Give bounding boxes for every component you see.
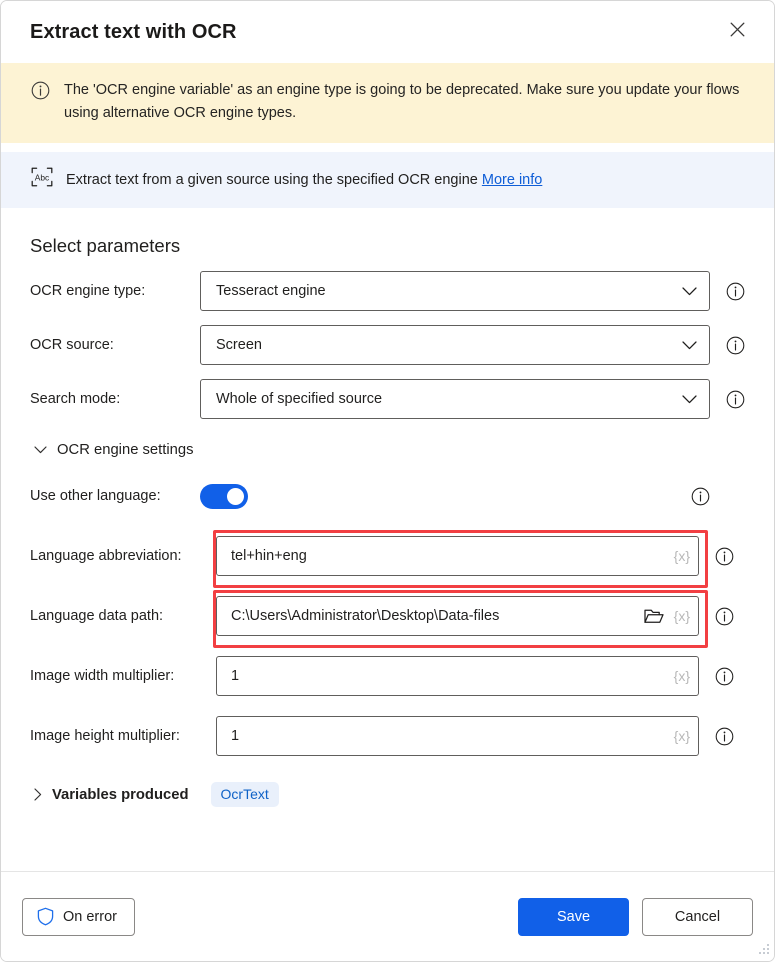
info-icon-ocr-engine-type[interactable] — [726, 282, 745, 301]
resize-grip-icon[interactable] — [756, 943, 770, 957]
extract-text-abc-icon: Abc — [31, 167, 53, 192]
info-icon-search-mode[interactable] — [726, 390, 745, 409]
select-ocr-engine-type-value: Tesseract engine — [216, 283, 326, 299]
label-language-abbreviation: Language abbreviation: — [30, 548, 182, 564]
input-language-abbreviation-value: tel+hin+eng — [231, 548, 307, 564]
info-icon-image-height-multiplier[interactable] — [715, 727, 734, 746]
on-error-label: On error — [63, 908, 117, 925]
dialog-titlebar: Extract text with OCR — [1, 1, 774, 63]
info-icon-image-width-multiplier[interactable] — [715, 667, 734, 686]
select-search-mode-value: Whole of specified source — [216, 391, 383, 407]
folder-open-icon[interactable] — [644, 608, 668, 625]
info-circle-icon — [31, 81, 50, 105]
field-row-ocr-source: OCR source: Screen — [30, 325, 756, 365]
extract-text-ocr-dialog: Extract text with OCR The 'OCR engine va… — [0, 0, 775, 962]
field-row-image-width-multiplier: Image width multiplier: 1 {x} — [30, 656, 756, 696]
cancel-label: Cancel — [674, 908, 721, 925]
control-ocr-source: Screen — [200, 325, 745, 365]
field-row-language-data-path: Language data path: C:\Users\Administrat… — [30, 590, 756, 648]
toggle-knob — [227, 487, 244, 505]
variable-insert-icon[interactable]: {x} — [668, 728, 690, 744]
control-search-mode: Whole of specified source — [200, 379, 745, 419]
control-use-other-language — [200, 483, 710, 509]
chevron-down-icon — [682, 394, 697, 404]
label-search-mode: Search mode: — [30, 391, 121, 407]
ocr-engine-settings-label: OCR engine settings — [57, 442, 194, 458]
info-icon-ocr-source[interactable] — [726, 336, 745, 355]
input-language-data-path-value: C:\Users\Administrator\Desktop\Data-file… — [231, 608, 500, 624]
info-icon-language-abbreviation[interactable] — [715, 547, 734, 566]
variable-chip-ocrtext[interactable]: OcrText — [210, 782, 279, 807]
close-icon — [730, 22, 745, 42]
label-image-height-multiplier: Image height multiplier: — [30, 728, 180, 744]
section-toggle-ocr-engine-settings[interactable]: OCR engine settings — [34, 442, 756, 458]
control-image-height-multiplier: 1 {x} — [216, 716, 734, 756]
info-icon-language-data-path[interactable] — [715, 607, 734, 626]
label-image-width-multiplier: Image width multiplier: — [30, 668, 175, 684]
section-toggle-variables-produced[interactable]: Variables produced OcrText — [34, 782, 756, 807]
action-description: Extract text from a given source using t… — [66, 170, 542, 190]
toggle-use-other-language[interactable] — [200, 483, 248, 509]
dialog-footer: On error Save Cancel — [1, 871, 774, 961]
info-icon-use-other-language[interactable] — [691, 487, 710, 506]
label-ocr-engine-type: OCR engine type: — [30, 283, 146, 299]
field-row-search-mode: Search mode: Whole of specified source — [30, 379, 756, 419]
label-language-data-path: Language data path: — [30, 608, 164, 624]
variable-insert-icon[interactable]: {x} — [668, 548, 690, 564]
cancel-button[interactable]: Cancel — [642, 897, 753, 936]
select-search-mode[interactable]: Whole of specified source — [200, 379, 710, 419]
svg-text:Abc: Abc — [35, 173, 49, 183]
variable-insert-icon[interactable]: {x} — [668, 608, 690, 624]
input-image-width-multiplier-value: 1 — [231, 668, 240, 684]
shield-icon — [37, 907, 54, 926]
action-description-text: Extract text from a given source using t… — [66, 171, 478, 188]
banner-separator — [1, 143, 774, 152]
chevron-right-icon — [34, 788, 42, 801]
input-image-height-multiplier-value: 1 — [231, 728, 240, 744]
save-button[interactable]: Save — [518, 897, 629, 936]
input-language-abbreviation[interactable]: tel+hin+eng {x} — [216, 536, 699, 576]
more-info-link[interactable]: More info — [482, 172, 542, 188]
on-error-button[interactable]: On error — [22, 897, 135, 936]
label-ocr-source: OCR source: — [30, 337, 114, 353]
control-language-data-path: C:\Users\Administrator\Desktop\Data-file… — [213, 590, 734, 648]
select-parameters-heading: Select parameters — [30, 235, 181, 256]
deprecation-warning-banner: The 'OCR engine variable' as an engine t… — [1, 63, 774, 143]
chevron-down-icon — [682, 286, 697, 296]
select-ocr-source-value: Screen — [216, 337, 262, 353]
input-image-width-multiplier[interactable]: 1 {x} — [216, 656, 699, 696]
select-ocr-engine-type[interactable]: Tesseract engine — [200, 271, 710, 311]
variables-produced-label: Variables produced — [52, 786, 189, 803]
input-language-data-path[interactable]: C:\Users\Administrator\Desktop\Data-file… — [216, 596, 699, 636]
chevron-down-icon — [34, 446, 47, 454]
field-row-image-height-multiplier: Image height multiplier: 1 {x} — [30, 716, 756, 756]
close-button[interactable] — [718, 15, 756, 49]
variable-insert-icon[interactable]: {x} — [668, 668, 690, 684]
page-title: Extract text with OCR — [30, 20, 237, 43]
field-row-ocr-engine-type: OCR engine type: Tesseract engine — [30, 271, 756, 311]
field-row-language-abbreviation: Language abbreviation: tel+hin+eng {x} — [30, 530, 756, 588]
select-ocr-source[interactable]: Screen — [200, 325, 710, 365]
save-label: Save — [556, 908, 591, 925]
dialog-body: Select parameters OCR engine type: Tesse… — [1, 208, 774, 871]
chevron-down-icon — [682, 340, 697, 350]
action-description-banner: Abc Extract text from a given source usi… — [1, 152, 774, 208]
input-image-height-multiplier[interactable]: 1 {x} — [216, 716, 699, 756]
label-use-other-language: Use other language: — [30, 488, 161, 504]
control-language-abbreviation: tel+hin+eng {x} — [213, 530, 734, 588]
control-image-width-multiplier: 1 {x} — [216, 656, 734, 696]
field-row-use-other-language: Use other language: — [30, 476, 756, 516]
control-ocr-engine-type: Tesseract engine — [200, 271, 745, 311]
warning-message: The 'OCR engine variable' as an engine t… — [64, 82, 740, 121]
